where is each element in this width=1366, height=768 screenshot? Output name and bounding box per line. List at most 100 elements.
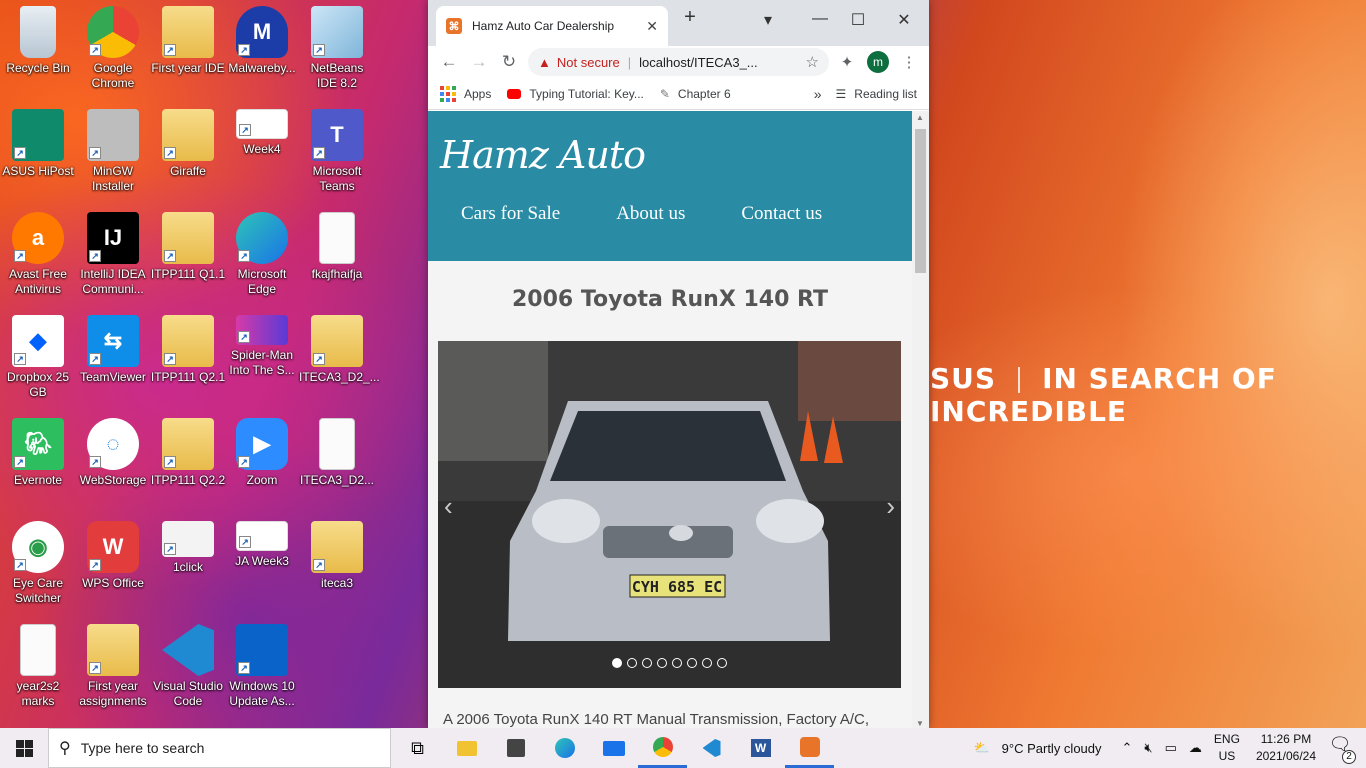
desktop-icon-itpp111-q2-2[interactable]: ↗ ITPP111 Q2.2	[150, 418, 226, 488]
page-scrollbar[interactable]: ▲ ▼	[912, 111, 929, 728]
desktop-icon-google-chrome[interactable]: ↗ Google Chrome	[75, 6, 151, 91]
desktop-icon-visual-studio-code[interactable]: ↗ Visual Studio Code	[150, 624, 226, 709]
desktop-icon-zoom[interactable]: ▶ ↗ Zoom	[224, 418, 300, 488]
carousel-dot[interactable]	[717, 658, 727, 668]
clock[interactable]: 11:26 PM 2021/06/24	[1256, 731, 1316, 765]
edge-taskbar-icon[interactable]	[540, 728, 589, 768]
desktop-icon-evernote[interactable]: 🐘︎ ↗ Evernote	[0, 418, 76, 488]
volume-muted-icon[interactable]: 🔇︎	[1144, 740, 1152, 756]
nav-cars-for-sale[interactable]: Cars for Sale	[461, 203, 560, 225]
desktop-icon-malwareby[interactable]: M ↗ Malwareby...	[224, 6, 300, 76]
desktop-icon-mingw-installer[interactable]: ↗ MinGW Installer	[75, 109, 151, 194]
shortcut-arrow-icon: ↗	[14, 250, 26, 262]
chrome-taskbar-icon[interactable]	[638, 728, 687, 768]
apps-grid-icon	[440, 85, 456, 102]
desktop-icon-windows-10-update-as[interactable]: ↗ Windows 10 Update As...	[224, 624, 300, 709]
nav-about-us[interactable]: About us	[616, 203, 685, 225]
maximize-button[interactable]: ☐	[846, 10, 870, 30]
desktop-icon-first-year-assignments[interactable]: ↗ First year assignments	[75, 624, 151, 709]
desktop-icon-intellij-idea-communi[interactable]: IJ ↗ IntelliJ IDEA Communi...	[75, 212, 151, 297]
reading-list-button[interactable]: ☰ Reading list	[836, 87, 917, 101]
tab-search-icon[interactable]: ▾	[756, 10, 780, 30]
desktop-icon-week4[interactable]: ↗ Week4	[224, 109, 300, 157]
address-bar[interactable]: ▲ Not secure | localhost/ITECA3_... ☆	[528, 48, 829, 76]
scrollbar-thumb[interactable]	[915, 129, 926, 273]
store-icon[interactable]	[491, 728, 540, 768]
desktop-icon-iteca3[interactable]: ↗ iteca3	[299, 521, 375, 591]
desktop-icon-ja-week3[interactable]: ↗ JA Week3	[224, 521, 300, 569]
desktop-icon-eye-care-switcher[interactable]: ◉ ↗ Eye Care Switcher	[0, 521, 76, 606]
car-image-carousel[interactable]: CYH 685 EC ‹ ›	[438, 341, 901, 688]
weather-icon[interactable]: ⛅	[973, 740, 989, 756]
weather-text[interactable]: 9°C Partly cloudy	[1002, 741, 1102, 756]
desktop-icon-teamviewer[interactable]: ⇆ ↗ TeamViewer	[75, 315, 151, 385]
desktop-icon-microsoft-teams[interactable]: T ↗ Microsoft Teams	[299, 109, 375, 194]
desktop-icon-webstorage[interactable]: ◌ ↗ WebStorage	[75, 418, 151, 488]
desktop-icon-microsoft-edge[interactable]: ↗ Microsoft Edge	[224, 212, 300, 297]
desktop-icon-fkajfhaifja[interactable]: fkajfhaifja	[299, 212, 375, 282]
file-explorer-icon[interactable]	[442, 728, 491, 768]
carousel-dot[interactable]	[642, 658, 652, 668]
desktop-icon-iteca3-d2[interactable]: ITECA3_D2...	[299, 418, 375, 488]
bookmark-chapter-6[interactable]: ✎ Chapter 6	[660, 87, 731, 101]
desktop-icon-recycle-bin[interactable]: Recycle Bin	[0, 6, 76, 76]
carousel-dot[interactable]	[672, 658, 682, 668]
shortcut-arrow-icon: ↗	[313, 44, 325, 56]
site-brand[interactable]: Hamz Auto	[440, 133, 900, 177]
forward-icon[interactable]: →	[464, 52, 494, 72]
language-indicator[interactable]: ENG US	[1214, 731, 1240, 765]
browser-tab[interactable]: ⌘ Hamz Auto Car Dealership ✕	[436, 6, 668, 46]
desktop-icon-avast-free-antivirus[interactable]: a ↗ Avast Free Antivirus	[0, 212, 76, 297]
desktop-icon-asus-hipost[interactable]: ↗ ASUS HiPost	[0, 109, 76, 179]
reload-icon[interactable]: ↻	[494, 52, 524, 72]
bookmark-star-icon[interactable]: ☆	[806, 53, 819, 71]
carousel-prev-icon[interactable]: ‹	[444, 491, 453, 522]
desktop-icon-1click[interactable]: ↗ 1click	[150, 521, 226, 575]
carousel-dot[interactable]	[687, 658, 697, 668]
close-tab-icon[interactable]: ✕	[646, 18, 658, 35]
onedrive-icon[interactable]: ☁	[1189, 740, 1202, 756]
extensions-icon[interactable]: ✦	[833, 53, 861, 71]
desktop-icon-giraffe[interactable]: ↗ Giraffe	[150, 109, 226, 179]
desktop-icon-year2s2-marks[interactable]: year2s2 marks	[0, 624, 76, 709]
back-icon[interactable]: ←	[434, 52, 464, 72]
task-view-icon[interactable]: ⧉	[393, 728, 442, 768]
carousel-next-icon[interactable]: ›	[886, 491, 895, 522]
xampp-taskbar-icon[interactable]	[785, 728, 834, 768]
carousel-indicators	[438, 658, 901, 668]
carousel-dot[interactable]	[702, 658, 712, 668]
new-tab-button[interactable]: +	[678, 6, 702, 29]
nav-contact-us[interactable]: Contact us	[741, 203, 822, 225]
taskbar-search-box[interactable]: ⚲ Type here to search	[48, 728, 391, 768]
show-hidden-icons-icon[interactable]: ⌃	[1122, 740, 1133, 756]
scroll-up-icon[interactable]: ▲	[916, 113, 924, 122]
desktop-icon-itpp111-q2-1[interactable]: ↗ ITPP111 Q2.1	[150, 315, 226, 385]
desktop-icon-first-year-ide[interactable]: ↗ First year IDE	[150, 6, 226, 76]
vscode-taskbar-icon[interactable]	[687, 728, 736, 768]
desktop-icon-label: Visual Studio Code	[153, 679, 223, 708]
bookmark-typing-tutorial[interactable]: Typing Tutorial: Key...	[507, 87, 644, 101]
desktop-icon-iteca3-d2[interactable]: ↗ ITECA3_D2_...	[299, 315, 380, 385]
desktop-icon-dropbox-25-gb[interactable]: ◆ ↗ Dropbox 25 GB	[0, 315, 76, 400]
word-taskbar-icon[interactable]: W	[736, 728, 785, 768]
carousel-dot[interactable]	[612, 658, 622, 668]
desktop-icon-spider-man-into-the-s[interactable]: ↗ Spider-Man Into The S...	[224, 315, 300, 378]
desktop-icon-itpp111-q1-1[interactable]: ↗ ITPP111 Q1.1	[150, 212, 226, 282]
menu-icon[interactable]: ⋮	[895, 53, 923, 71]
carousel-dot[interactable]	[657, 658, 667, 668]
start-button[interactable]	[0, 728, 48, 768]
minimize-button[interactable]: —	[808, 10, 832, 28]
close-window-button[interactable]: ✕	[892, 10, 916, 30]
carousel-dot[interactable]	[627, 658, 637, 668]
desktop-icon-label: Eye Care Switcher	[12, 576, 64, 605]
profile-avatar[interactable]: m	[867, 51, 889, 73]
battery-icon[interactable]: ▭	[1165, 740, 1177, 756]
mail-icon[interactable]	[589, 728, 638, 768]
desktop-icon-netbeans-ide-8-2[interactable]: ↗ NetBeans IDE 8.2	[299, 6, 375, 91]
bookmark-apps[interactable]: Apps	[440, 85, 491, 102]
desktop-icon-wps-office[interactable]: W ↗ WPS Office	[75, 521, 151, 591]
notification-center-icon[interactable]: 🗨︎ 2	[1326, 734, 1356, 764]
bookmarks-overflow-button[interactable]: »	[814, 86, 822, 102]
scroll-down-icon[interactable]: ▼	[916, 719, 924, 728]
toolbar: ← → ↻ ▲ Not secure | localhost/ITECA3_..…	[428, 46, 929, 78]
